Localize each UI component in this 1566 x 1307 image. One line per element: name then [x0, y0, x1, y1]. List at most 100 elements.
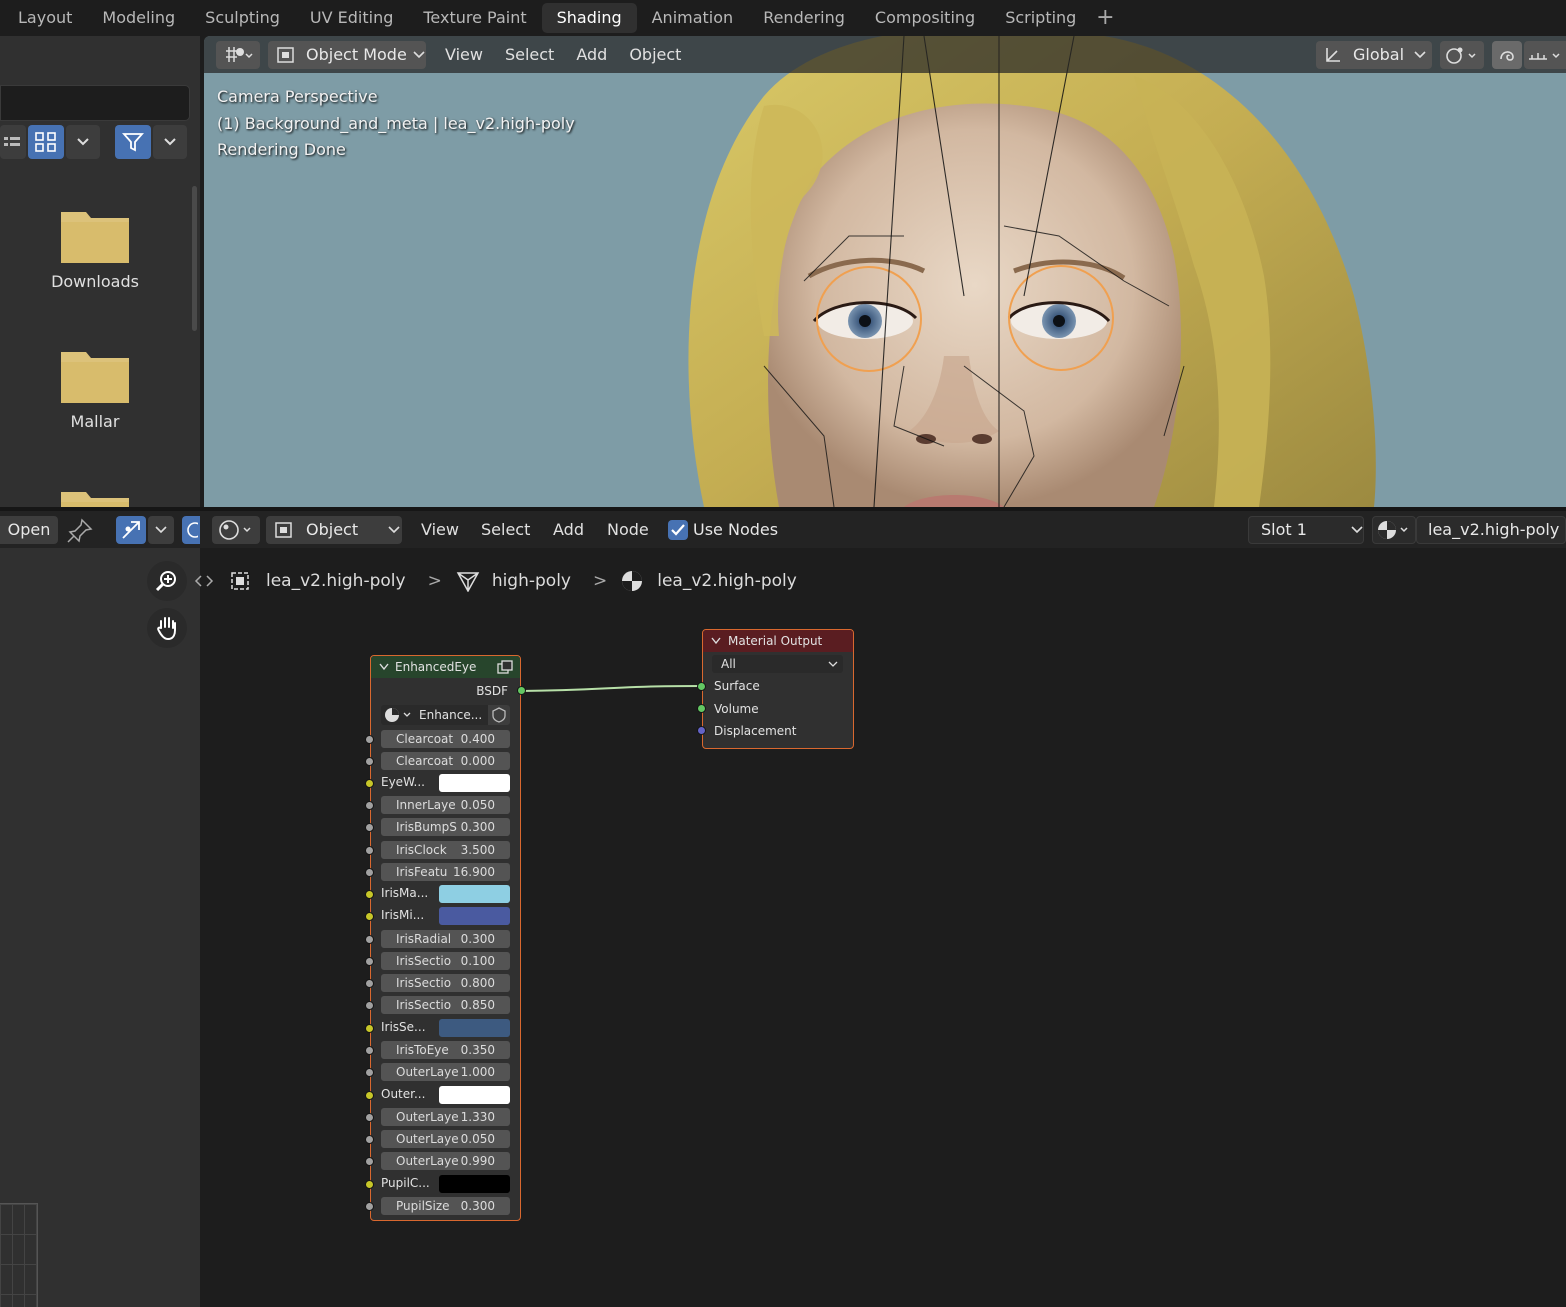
- node-input-socket[interactable]: [365, 779, 374, 789]
- chevron-down-icon[interactable]: [379, 663, 389, 671]
- node-group-icon[interactable]: [497, 660, 513, 674]
- list-view-icon: [4, 137, 20, 146]
- bsdf-output-socket[interactable]: [517, 686, 526, 695]
- viewport-icon: [226, 46, 253, 62]
- filter-button[interactable]: [115, 125, 151, 159]
- folder-item[interactable]: Downloads: [0, 208, 190, 291]
- editor-type-button[interactable]: [216, 40, 260, 69]
- node-input-socket[interactable]: [365, 1091, 374, 1100]
- pivot-point-dropdown[interactable]: [1440, 40, 1484, 69]
- node-input-socket[interactable]: [365, 1001, 374, 1011]
- node-input-socket[interactable]: [365, 979, 374, 989]
- node-title: Material Output: [728, 634, 823, 648]
- add-workspace-button[interactable]: +: [1091, 3, 1119, 33]
- folder-item[interactable]: Mallar: [0, 348, 190, 431]
- volume-input-socket[interactable]: [697, 704, 706, 713]
- node-value-field[interactable]: IrisFeatu 16.900: [381, 862, 510, 881]
- enhanced-eye-node[interactable]: EnhancedEye BSDF Enhance... Clearcoat 0.4…: [365, 655, 526, 1221]
- file-path-field[interactable]: [0, 85, 190, 121]
- 3d-viewport[interactable]: Object Mode View Select Add Object Globa…: [204, 36, 1566, 507]
- node-value-field[interactable]: IrisClock 3.500: [381, 840, 510, 859]
- file-browser-scrollbar[interactable]: [192, 186, 197, 331]
- tab-layout[interactable]: Layout: [3, 3, 87, 33]
- color-swatch[interactable]: [439, 907, 510, 926]
- node-value-field[interactable]: OuterLaye 1.000: [381, 1063, 510, 1082]
- menu-add[interactable]: Add: [565, 45, 618, 64]
- tab-shading[interactable]: Shading: [541, 3, 637, 33]
- node-input-socket[interactable]: [365, 890, 374, 900]
- tab-texture-paint[interactable]: Texture Paint: [408, 3, 541, 33]
- node-input-socket[interactable]: [365, 1046, 374, 1056]
- chevron-down-icon[interactable]: [711, 637, 721, 645]
- folder-item[interactable]: [0, 488, 190, 507]
- tab-modeling[interactable]: Modeling: [87, 3, 190, 33]
- display-settings-dropdown[interactable]: [66, 125, 100, 159]
- node-input-socket[interactable]: [365, 867, 374, 877]
- color-swatch[interactable]: [439, 774, 510, 793]
- node-input-socket[interactable]: [365, 912, 374, 922]
- node-value-field[interactable]: IrisSectio 0.800: [381, 974, 510, 993]
- node-header[interactable]: Material Output: [703, 630, 853, 652]
- color-swatch[interactable]: [439, 1086, 510, 1104]
- node-input-socket[interactable]: [365, 1024, 374, 1034]
- node-value-field[interactable]: IrisBumpS 0.300: [381, 818, 510, 837]
- color-swatch[interactable]: [439, 1019, 510, 1038]
- node-input-socket[interactable]: [365, 1068, 374, 1078]
- tab-rendering[interactable]: Rendering: [748, 3, 860, 33]
- menu-object[interactable]: Object: [618, 45, 692, 64]
- tab-sculpting[interactable]: Sculpting: [190, 3, 295, 33]
- node-group-selector[interactable]: Enhance...: [381, 705, 510, 725]
- node-input-socket[interactable]: [365, 801, 374, 811]
- node-header[interactable]: EnhancedEye: [371, 656, 520, 678]
- orientation-icon: [1326, 47, 1340, 62]
- displacement-input-socket[interactable]: [697, 726, 706, 735]
- object-mode-dropdown[interactable]: Object Mode: [268, 40, 426, 69]
- object-mode-icon: [277, 46, 294, 63]
- color-swatch[interactable]: [439, 885, 510, 904]
- node-value-field[interactable]: OuterLaye 0.990: [381, 1152, 510, 1171]
- node-color-input: Outer...: [381, 1086, 510, 1104]
- list-view-button[interactable]: [0, 125, 26, 159]
- node-input-socket[interactable]: [365, 935, 374, 945]
- node-value-field[interactable]: IrisRadial 0.300: [381, 930, 510, 949]
- node-input-socket[interactable]: [365, 1113, 374, 1123]
- shader-node-editor[interactable]: Open Object View Select Add Node Use Nod…: [0, 511, 1566, 1307]
- folder-label: Downloads: [51, 272, 139, 291]
- output-target-dropdown[interactable]: All: [712, 655, 843, 673]
- thumbnail-view-button[interactable]: [28, 125, 64, 159]
- node-input-socket[interactable]: [365, 845, 374, 855]
- menu-view[interactable]: View: [434, 45, 494, 64]
- tab-uv-editing[interactable]: UV Editing: [295, 3, 408, 33]
- transform-orientation-dropdown[interactable]: Global: [1316, 40, 1432, 69]
- filter-settings-dropdown[interactable]: [153, 125, 187, 159]
- menu-select[interactable]: Select: [494, 45, 565, 64]
- node-input-socket[interactable]: [365, 1157, 374, 1167]
- tab-animation[interactable]: Animation: [637, 3, 749, 33]
- node-value-field[interactable]: InnerLaye 0.050: [381, 796, 510, 815]
- surface-input-socket[interactable]: [697, 682, 706, 691]
- node-input-socket[interactable]: [365, 957, 374, 967]
- color-swatch[interactable]: [439, 1175, 510, 1193]
- node-input-socket[interactable]: [365, 1202, 374, 1212]
- snap-target-dropdown[interactable]: [1524, 40, 1566, 69]
- node-input-socket[interactable]: [365, 823, 374, 833]
- input-label: IrisMa...: [381, 886, 429, 901]
- bsdf-to-surface-link[interactable]: [520, 685, 704, 692]
- material-output-node[interactable]: Material Output All Surface Volume Displ…: [697, 629, 854, 749]
- node-input-socket[interactable]: [365, 735, 374, 744]
- snap-toggle[interactable]: [1492, 40, 1522, 69]
- node-value-field[interactable]: IrisSectio 0.850: [381, 996, 510, 1015]
- tab-scripting[interactable]: Scripting: [990, 3, 1091, 33]
- node-input-socket[interactable]: [365, 757, 374, 767]
- node-value-field[interactable]: OuterLaye 0.050: [381, 1130, 510, 1149]
- node-value-field[interactable]: Clearcoat 0.400: [381, 730, 510, 748]
- fake-user-icon[interactable]: [488, 705, 510, 725]
- node-value-field[interactable]: IrisSectio 0.100: [381, 952, 510, 971]
- tab-compositing[interactable]: Compositing: [860, 3, 990, 33]
- node-value-field[interactable]: Clearcoat 0.000: [381, 752, 510, 771]
- node-value-field[interactable]: PupilSize 0.300: [381, 1197, 510, 1216]
- node-input-socket[interactable]: [365, 1180, 374, 1189]
- node-input-socket[interactable]: [365, 1135, 374, 1145]
- node-value-field[interactable]: IrisToEye 0.350: [381, 1041, 510, 1060]
- node-value-field[interactable]: OuterLaye 1.330: [381, 1108, 510, 1127]
